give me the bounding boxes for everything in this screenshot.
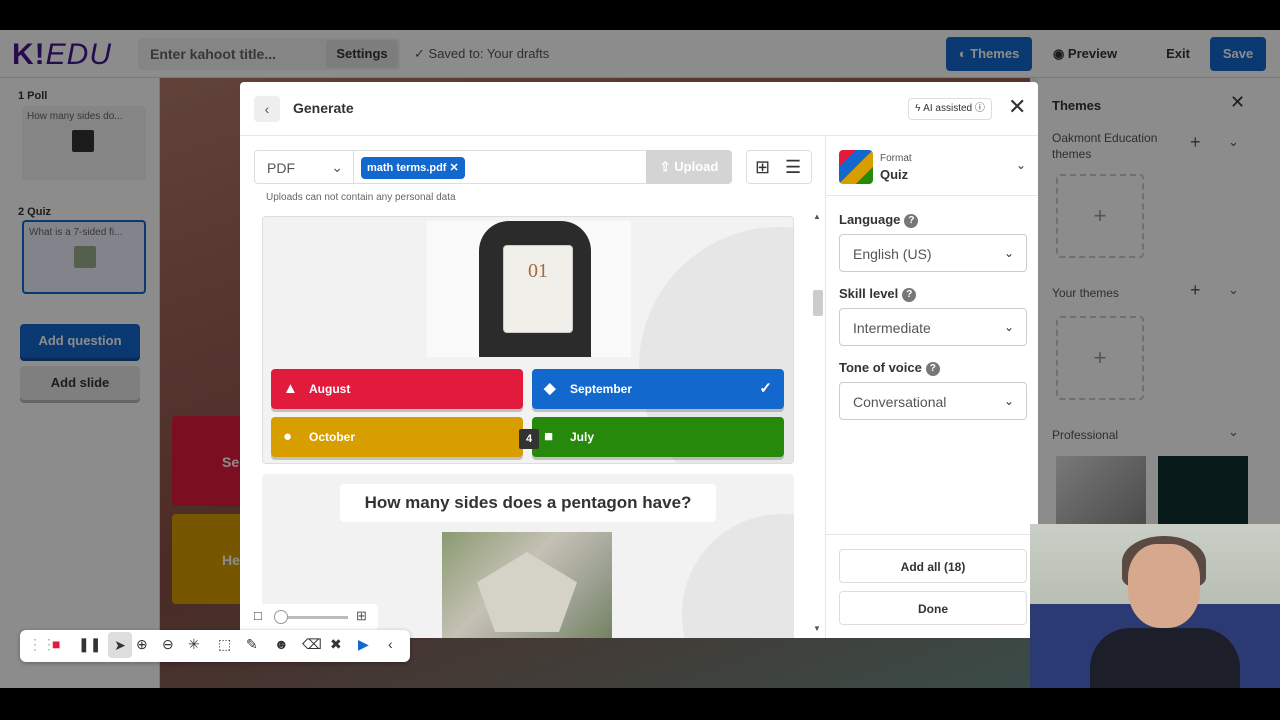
format-select[interactable]: Format Quiz ⌄	[826, 136, 1038, 196]
card-decoration	[682, 514, 794, 638]
answer-text: September	[570, 382, 633, 396]
scroll-down-icon[interactable]: ▼	[813, 624, 821, 633]
chevron-down-icon: ⌄	[1003, 246, 1014, 260]
answer-option-1: ▲ August	[271, 369, 523, 409]
upload-note: Uploads can not contain any personal dat…	[266, 192, 456, 203]
file-chip: math terms.pdf ✕	[361, 157, 465, 179]
pointer-icon[interactable]: ➤	[108, 632, 132, 658]
image-calendar: 01	[503, 245, 573, 333]
chevron-down-icon: ⌄	[1003, 394, 1014, 408]
add-all-button[interactable]: Add all (18)	[839, 549, 1027, 583]
answer-option-4: ■ July	[532, 417, 784, 457]
check-icon: ✓	[759, 380, 772, 397]
webcam-person-body	[1090, 628, 1240, 688]
skill-level-value: Intermediate	[853, 320, 931, 336]
chevron-down-icon: ⌄	[331, 159, 343, 175]
chevron-down-icon: ⌄	[1003, 320, 1014, 334]
modal-header: ‹ Generate ϟ AI assisted ⓘ ✕	[240, 82, 1038, 136]
help-icon[interactable]: ?	[902, 288, 917, 302]
language-select[interactable]: English (US) ⌄	[839, 234, 1027, 272]
back-icon[interactable]: ‹	[254, 96, 280, 122]
select-area-icon[interactable]: ⬚	[218, 636, 231, 653]
square-icon[interactable]: □	[254, 608, 262, 623]
square-icon: ■	[544, 428, 554, 445]
draw-icon[interactable]: ✎	[246, 636, 258, 653]
upload-button-label: Upload	[674, 159, 719, 174]
grid-view-icon[interactable]: ⊞	[755, 157, 770, 178]
answer-count-badge: 4	[519, 429, 539, 449]
list-view-icon[interactable]: ☰	[785, 157, 801, 178]
language-label: Language?	[839, 212, 919, 228]
help-icon[interactable]: ?	[904, 214, 919, 228]
grid-icon[interactable]: ⊞	[356, 608, 367, 624]
language-value: English (US)	[853, 246, 932, 262]
question-image	[442, 532, 612, 638]
collapse-icon[interactable]: ‹	[388, 636, 393, 652]
camera-icon[interactable]: ▶	[358, 636, 369, 653]
file-chip-name: math terms.pdf	[367, 162, 447, 174]
format-value: Quiz	[880, 167, 909, 182]
pentagon-building	[477, 552, 577, 632]
tone-label: Tone of voice?	[839, 360, 940, 376]
scroll-up-icon[interactable]: ▲	[813, 212, 821, 221]
skill-level-select[interactable]: Intermediate ⌄	[839, 308, 1027, 346]
question-card-1: 01 ▲ August ◆ September ✓ ● October ■ July 4	[262, 216, 794, 464]
language-label-text: Language	[839, 212, 901, 227]
generate-modal: ‹ Generate ϟ AI assisted ⓘ ✕ PDF ⌄ math t…	[240, 82, 1038, 638]
chevron-down-icon: ⌄	[1016, 158, 1027, 172]
skill-level-label-text: Skill level	[839, 286, 899, 301]
answer-text: October	[309, 430, 356, 444]
spotlight-icon[interactable]: ✳	[188, 636, 200, 653]
ai-assisted-badge: ϟ AI assisted ⓘ	[908, 98, 992, 120]
stop-record-icon[interactable]: ■	[52, 636, 60, 652]
notifications-off-icon[interactable]: ✖	[330, 636, 342, 653]
webcam-person-face	[1128, 544, 1200, 628]
zoom-out-icon[interactable]: ⊖	[162, 636, 174, 653]
source-type-value: PDF	[267, 160, 295, 176]
upload-icon: ⇧	[659, 159, 671, 174]
remove-file-icon[interactable]: ✕	[450, 162, 459, 174]
quiz-format-icon	[839, 150, 873, 184]
answer-text: July	[570, 430, 595, 444]
zoom-in-icon[interactable]: ⊕	[136, 636, 148, 653]
app-screen: K!EDU Enter kahoot title... Settings ✓ S…	[0, 30, 1280, 688]
modal-footer: Add all (18) Done	[826, 534, 1038, 638]
done-button[interactable]: Done	[839, 591, 1027, 625]
zoom-control: □ ⊞	[246, 604, 378, 630]
upload-button[interactable]: ⇧ Upload	[646, 150, 732, 184]
circle-icon: ●	[283, 428, 293, 445]
triangle-icon: ▲	[283, 380, 298, 397]
scrollbar-thumb[interactable]	[813, 290, 823, 316]
eraser-icon[interactable]: ⌫	[302, 636, 322, 653]
answer-option-3: ● October	[271, 417, 523, 457]
emoji-icon[interactable]: ☻	[274, 636, 289, 652]
tone-select[interactable]: Conversational ⌄	[839, 382, 1027, 420]
webcam-overlay	[1030, 524, 1280, 688]
tone-label-text: Tone of voice	[839, 360, 922, 375]
zoom-slider-knob[interactable]	[274, 610, 288, 624]
generated-questions-list: 01 ▲ August ◆ September ✓ ● October ■ July 4 …	[260, 216, 796, 638]
diamond-icon: ◆	[544, 380, 556, 397]
tone-value: Conversational	[853, 394, 947, 410]
skill-level-label: Skill level?	[839, 286, 917, 302]
question-image: 01	[427, 221, 631, 357]
format-label: Format	[880, 153, 912, 164]
help-icon[interactable]: ?	[925, 362, 940, 376]
answer-option-2: ◆ September ✓	[532, 369, 784, 409]
file-field[interactable]: math terms.pdf ✕	[353, 150, 647, 184]
question-title: How many sides does a pentagon have?	[340, 484, 716, 522]
answer-text: August	[309, 382, 351, 396]
scrollbar[interactable]: ▲ ▼	[812, 212, 824, 638]
source-type-select[interactable]: PDF ⌄	[254, 150, 354, 184]
recording-toolbar: ⋮⋮ ■ ❚❚ ➤ ⊕ ⊖ ✳ ⬚ ✎ ☻ ⌫ ✖ ▶ ‹	[20, 630, 410, 662]
generate-options: Format Quiz ⌄ Language? English (US) ⌄ Sk…	[825, 136, 1038, 638]
close-icon[interactable]: ✕	[1008, 94, 1026, 120]
modal-title: Generate	[293, 100, 354, 116]
view-toggle: ⊞ ☰	[746, 150, 812, 184]
pause-icon[interactable]: ❚❚	[78, 636, 101, 653]
